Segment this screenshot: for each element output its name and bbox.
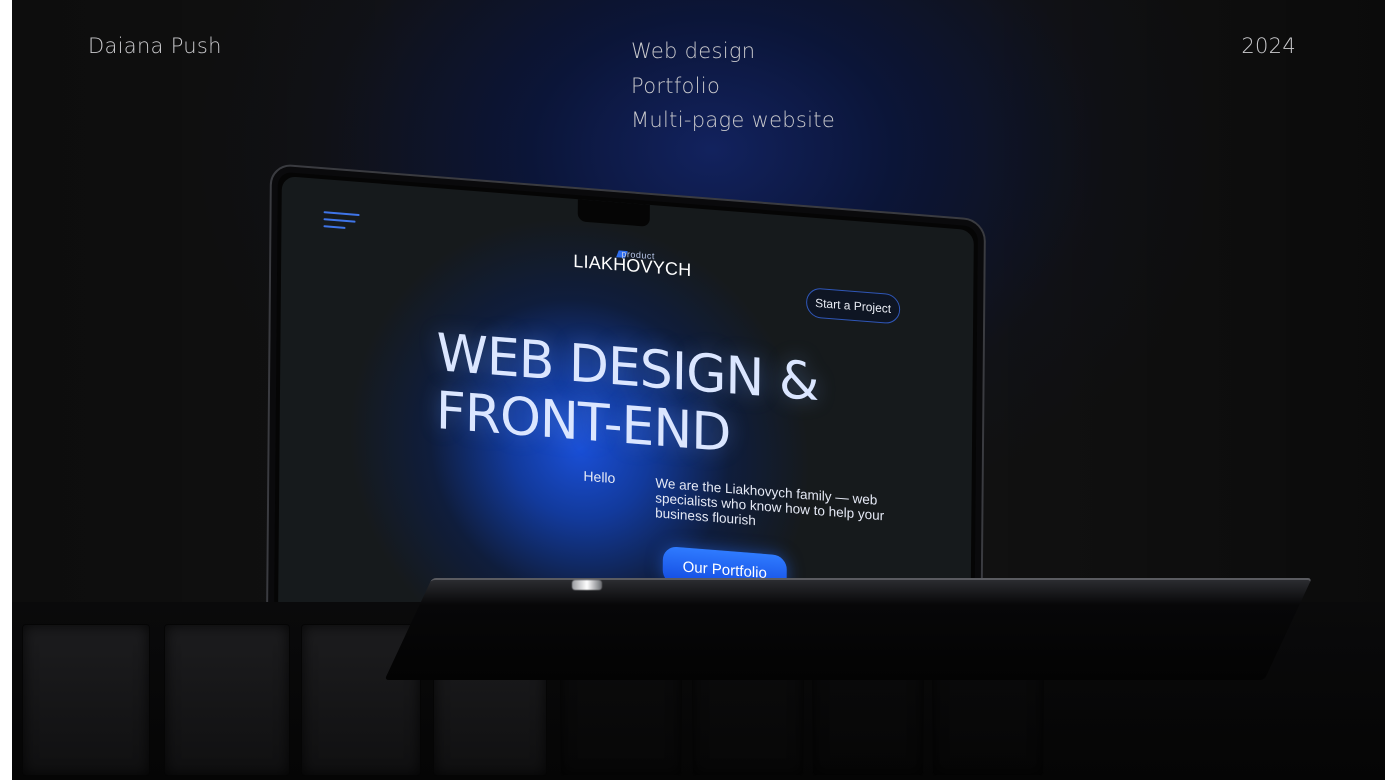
camera-notch — [577, 199, 650, 227]
hamburger-menu-icon[interactable] — [323, 211, 360, 234]
shelf-cube — [164, 624, 290, 776]
start-project-button[interactable]: Start a Project — [806, 287, 901, 325]
project-tags: Web design Portfolio Multi-page website — [631, 34, 835, 138]
intro-text: We are the Liakhovych family — web speci… — [655, 475, 885, 529]
laptop-hinge-highlight — [572, 580, 602, 590]
hello-label: Hello — [583, 467, 616, 487]
author-name: Daiana Push — [88, 34, 222, 58]
hero-title: WEB DESIGN & FRONT-END — [436, 323, 819, 470]
presentation-slide: Daiana Push Web design Portfolio Multi-p… — [12, 0, 1385, 780]
project-year: 2024 — [1241, 34, 1296, 58]
site-logo[interactable]: product LIAKHOVYCH — [573, 249, 691, 281]
shelf-cube — [22, 624, 150, 776]
tag-multi-page: Multi-page website — [631, 108, 836, 132]
tag-web-design: Web design — [631, 39, 756, 63]
laptop-base — [384, 578, 1312, 680]
tag-portfolio: Portfolio — [631, 73, 721, 98]
